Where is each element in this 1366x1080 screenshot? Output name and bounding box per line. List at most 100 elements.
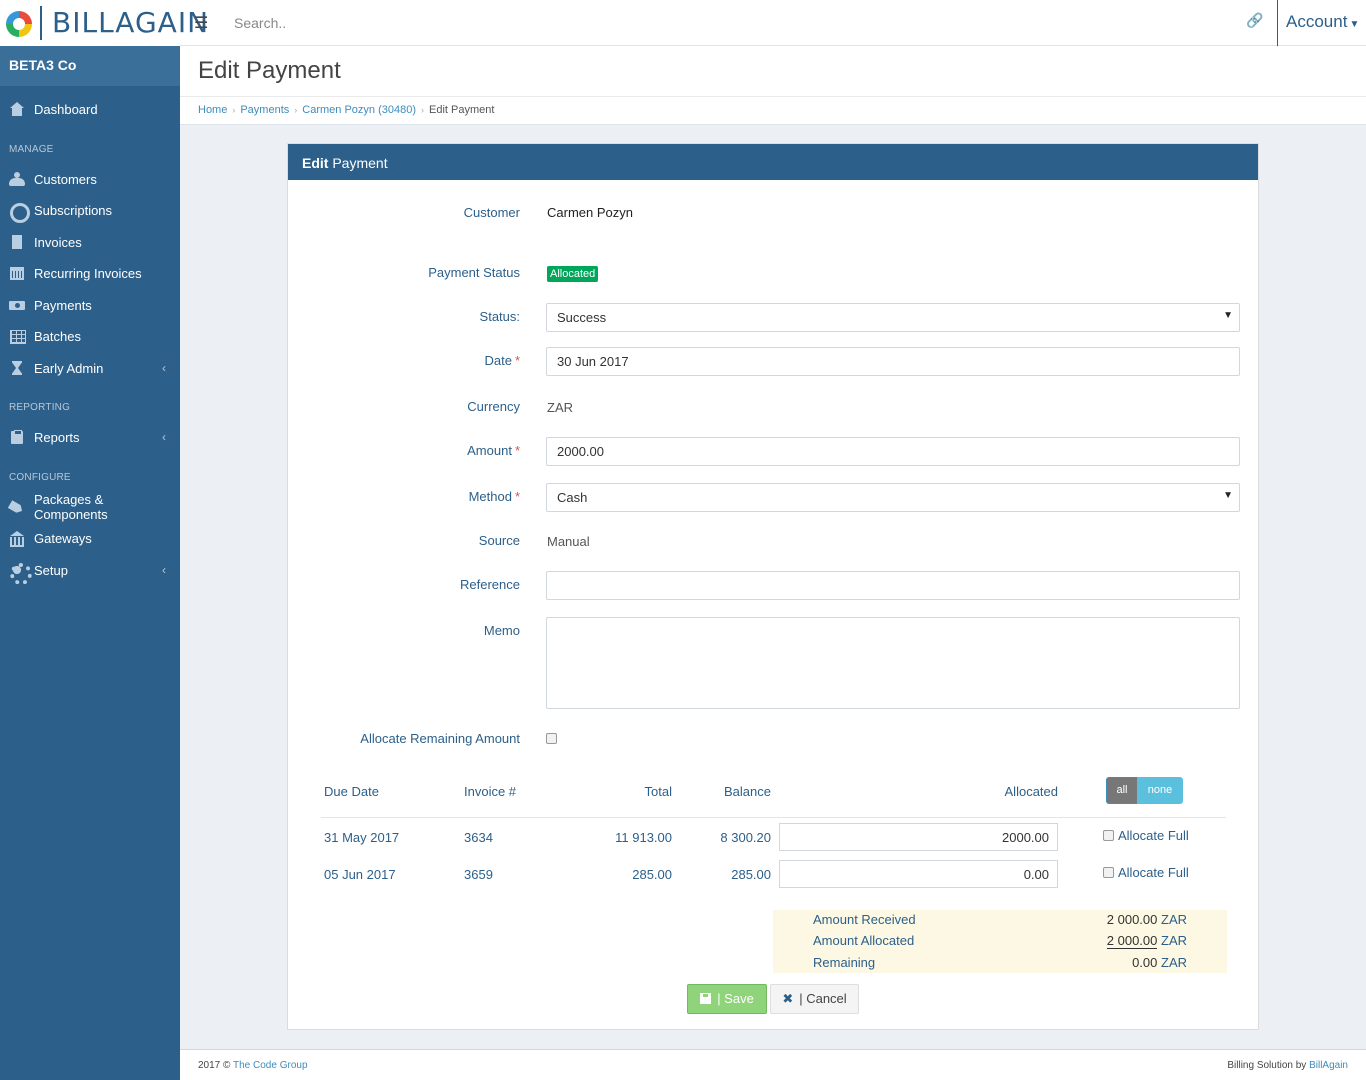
method-selected-value: Cash [557,490,588,505]
row-1-due-date: 31 May 2017 [324,830,400,845]
breadcrumb-home[interactable]: Home [198,104,227,116]
allocate-full-checkbox[interactable] [1103,867,1114,878]
dropdown-arrow-icon: ▼ [1223,310,1233,321]
configure-heading: CONFIGURE [9,472,71,483]
allocate-full-label: Allocate Full [1118,828,1189,843]
sidebar-item-gateways[interactable]: Gateways [0,524,180,552]
date-input[interactable] [546,347,1240,376]
billagain-link[interactable]: BillAgain [1309,1060,1348,1071]
remaining-number: 0.00 [1132,955,1158,970]
required-mark: * [514,443,520,458]
company-name[interactable]: BETA3 Co [0,46,180,86]
row-1-total: 11 913.00 [615,830,672,845]
reference-input[interactable] [546,571,1240,600]
table-icon [9,329,26,344]
row-2-balance: 285.00 [731,867,771,882]
breadcrumb-separator-icon: › [232,105,236,115]
sidebar-item-reports[interactable]: Reports ‹ [0,423,180,451]
sidebar-item-label: Dashboard [34,101,98,117]
sidebar-item-label: Customers [34,171,97,187]
chevron-left-icon: ‹ [162,361,166,375]
sidebar: BETA3 Co Dashboard MANAGE Customers Subs… [0,46,180,1080]
breadcrumb-separator-icon: › [421,105,424,115]
column-allocated: Allocated [1004,784,1058,799]
bank-icon [9,531,25,547]
divider [180,96,1366,97]
account-menu[interactable]: Account ▼ [1277,0,1366,46]
amount-received-value: 2 000.00 ZAR [1107,912,1187,927]
sidebar-item-subscriptions[interactable]: Subscriptions [0,196,180,224]
sidebar-item-label: Early Admin [34,360,104,376]
sidebar-item-packages[interactable]: Packages & Components [0,492,180,522]
amount-allocated-label: Amount Allocated [813,933,915,948]
top-navbar: BILLAGAIN ☰ 🔗 Account▼ [0,0,1366,46]
row-2-total: 285.00 [632,867,672,882]
sidebar-item-setup[interactable]: Setup ‹ [0,556,180,585]
row-2-allocated-input[interactable] [779,860,1058,888]
method-label-text: Method [468,489,512,504]
sidebar-item-dashboard[interactable]: Dashboard [0,95,180,123]
row-1-allocate-full[interactable]: Allocate Full [1103,828,1189,843]
breadcrumb-payments[interactable]: Payments [240,104,289,116]
row-1-invoice: 3634 [464,830,493,845]
amount-input[interactable] [546,437,1240,466]
sidebar-item-customers[interactable]: Customers [0,165,180,193]
save-button[interactable]: | Save [687,984,767,1014]
allocate-full-label: Allocate Full [1118,865,1189,880]
breadcrumb-customer[interactable]: Carmen Pozyn (30480) [302,104,416,116]
lifebuoy-icon [9,203,30,223]
sidebar-item-label: Subscriptions [34,202,113,218]
sidebar-item-label: Batches [34,328,81,344]
row-2-due-date: 05 Jun 2017 [324,867,396,882]
row-1-allocated-input[interactable] [779,823,1058,851]
reporting-heading: REPORTING [9,402,71,413]
dropdown-arrow-icon: ▼ [1223,490,1233,501]
breadcrumb-separator-icon: › [294,105,298,115]
status-badge: Allocated [547,266,599,282]
footer-copyright: 2017 © The Code Group [198,1060,308,1071]
save-icon [700,993,712,1004]
amount-allocated-number: 2 000.00 [1106,933,1158,949]
status-label: Status: [479,309,520,324]
company-link[interactable]: The Code Group [233,1060,308,1071]
remaining-label: Remaining [813,955,876,970]
home-icon [9,102,25,116]
sidebar-item-recurring-invoices[interactable]: Recurring Invoices [0,259,180,287]
footer-credit: Billing Solution by BillAgain [1227,1060,1348,1071]
credit-text: Billing Solution by [1227,1060,1307,1071]
currency-label: Currency [467,399,520,414]
currency-code: ZAR [1161,955,1187,970]
currency-value: ZAR [547,400,573,415]
allocate-remaining-checkbox[interactable] [546,733,557,744]
brand-name: BILLAGAIN [52,6,210,39]
close-icon: ✖ [782,991,794,1006]
reference-label: Reference [460,577,520,592]
divider [321,817,1226,818]
panel-title-rest: Payment [328,155,388,171]
sidebar-item-payments[interactable]: Payments [0,291,180,319]
search-input[interactable] [224,8,824,38]
source-label: Source [478,533,520,548]
memo-textarea[interactable] [546,617,1240,709]
status-select[interactable]: Success ▼ [546,303,1240,332]
sidebar-item-invoices[interactable]: Invoices [0,228,180,256]
sidebar-item-batches[interactable]: Batches [0,322,180,350]
amount-allocated-value: 2 000.00 ZAR [1106,933,1187,949]
link-icon[interactable]: 🔗 [1246,12,1266,32]
select-all-button[interactable]: all [1106,777,1137,804]
calendar-icon [9,266,25,280]
manage-heading: MANAGE [9,144,54,155]
allocate-full-checkbox[interactable] [1103,830,1114,841]
method-select[interactable]: Cash ▼ [546,483,1240,512]
sidebar-item-label: Gateways [34,530,92,546]
brand-logo[interactable]: BILLAGAIN [0,0,208,46]
tags-icon [9,500,25,514]
sidebar-item-early-admin[interactable]: Early Admin ‹ [0,354,180,382]
payment-status-label: Payment Status [428,265,520,280]
menu-toggle-icon[interactable]: ☰ [194,13,212,33]
required-mark: * [514,353,520,368]
users-icon [9,172,25,186]
select-none-button[interactable]: none [1137,777,1183,804]
cancel-button[interactable]: ✖ | Cancel [770,984,859,1014]
row-2-allocate-full[interactable]: Allocate Full [1103,865,1189,880]
